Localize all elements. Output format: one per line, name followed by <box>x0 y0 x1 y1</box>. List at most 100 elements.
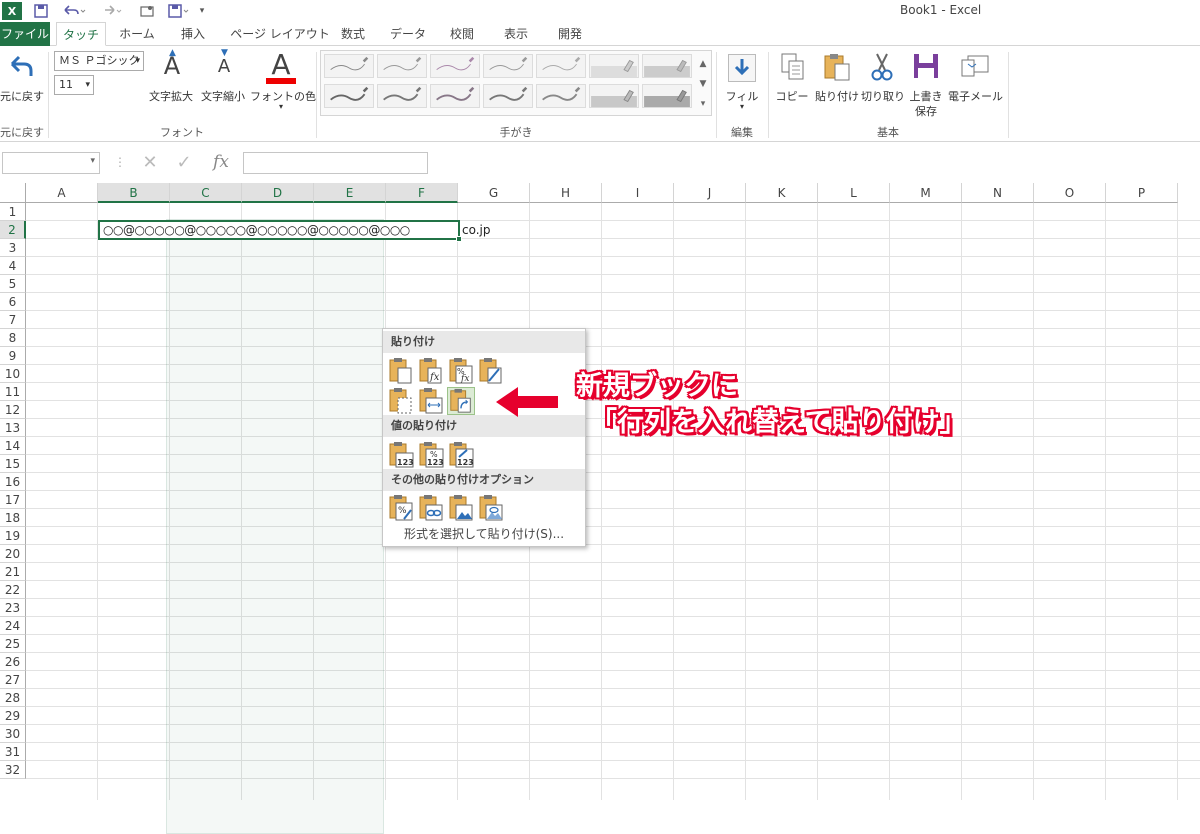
undo-large-icon[interactable] <box>6 52 36 82</box>
tab-touch[interactable]: タッチ <box>56 22 106 46</box>
paste-icon[interactable] <box>822 52 852 82</box>
pen-style-10[interactable] <box>536 84 586 108</box>
row-header-18[interactable]: 18 <box>0 509 26 527</box>
tab-formulas[interactable]: 数式 <box>332 22 374 46</box>
column-header-n[interactable]: N <box>962 183 1034 203</box>
row-header-19[interactable]: 19 <box>0 527 26 545</box>
column-header-h[interactable]: H <box>530 183 602 203</box>
row-header-9[interactable]: 9 <box>0 347 26 365</box>
row-header-16[interactable]: 16 <box>0 473 26 491</box>
font-color-icon[interactable]: A <box>264 48 298 86</box>
row-header-29[interactable]: 29 <box>0 707 26 725</box>
paste-values-source-formatting-icon[interactable]: 123 <box>447 441 475 469</box>
chevron-down-icon[interactable]: ▾ <box>737 102 747 111</box>
pen-style-9[interactable] <box>483 84 533 108</box>
cut-icon[interactable] <box>868 52 896 82</box>
column-header-o[interactable]: O <box>1034 183 1106 203</box>
copy-button-label[interactable]: コピー <box>772 88 812 104</box>
save-button-line1[interactable]: 上書き <box>906 88 946 104</box>
formula-input[interactable] <box>243 152 428 174</box>
chevron-down-icon[interactable]: ▾ <box>276 102 286 111</box>
column-header-g[interactable]: G <box>458 183 530 203</box>
paste-values-number-format-icon[interactable]: % 123 <box>417 441 445 469</box>
shrink-font-icon[interactable]: A ▼ <box>214 48 234 84</box>
paste-formatting-icon[interactable]: % <box>387 494 415 522</box>
row-header-32[interactable]: 32 <box>0 761 26 779</box>
column-header-e[interactable]: E <box>314 183 386 203</box>
touch-mode-icon[interactable] <box>138 2 158 20</box>
worksheet-grid[interactable]: ABCDEFGHIJKLMNOP 1 2 3 4 5 6 7 8 9 10 11 12 13 14 15 16… <box>0 183 1200 834</box>
undo-icon[interactable] <box>60 2 88 20</box>
column-header-b[interactable]: B <box>98 183 170 203</box>
row-header-6[interactable]: 6 <box>0 293 26 311</box>
row-header-30[interactable]: 30 <box>0 725 26 743</box>
paste-special-menu-item[interactable]: 形式を選択して貼り付け(S)... <box>383 524 585 544</box>
tab-developer[interactable]: 開発 <box>548 22 592 46</box>
row-header-4[interactable]: 4 <box>0 257 26 275</box>
row-header-13[interactable]: 13 <box>0 419 26 437</box>
customize-icon[interactable]: ▾ <box>196 2 208 20</box>
selected-range-b2-f2[interactable]: ○○@○○○○○@○○○○○@○○○○○@○○○○○@○○○ <box>98 220 462 242</box>
row-header-20[interactable]: 20 <box>0 545 26 563</box>
fill-down-icon[interactable] <box>728 54 756 82</box>
email-icon[interactable] <box>960 52 990 80</box>
grow-font-icon[interactable]: A ▲ <box>160 48 184 84</box>
paste-formulas-number-format-icon[interactable]: % fx <box>447 357 475 385</box>
row-header-26[interactable]: 26 <box>0 653 26 671</box>
row-header-14[interactable]: 14 <box>0 437 26 455</box>
column-header-l[interactable]: L <box>818 183 890 203</box>
column-header-p[interactable]: P <box>1106 183 1178 203</box>
undo-button-label[interactable]: 元に戻す <box>0 88 44 104</box>
paste-linked-picture-icon[interactable] <box>477 494 505 522</box>
gallery-scroll[interactable]: ▲ ▼ ▾ <box>696 54 710 114</box>
row-header-5[interactable]: 5 <box>0 275 26 293</box>
highlighter-style-2[interactable] <box>642 54 692 78</box>
row-header-2[interactable]: 2 <box>0 221 26 239</box>
paste-keep-source-formatting-icon[interactable] <box>477 357 505 385</box>
column-header-a[interactable]: A <box>26 183 98 203</box>
row-header-15[interactable]: 15 <box>0 455 26 473</box>
pen-style-7[interactable] <box>377 84 427 108</box>
pen-style-1[interactable] <box>324 54 374 78</box>
font-name-dropdown[interactable]: ＭＳ Ｐゴシック ▾ <box>54 51 144 71</box>
row-header-27[interactable]: 27 <box>0 671 26 689</box>
pen-style-5[interactable] <box>536 54 586 78</box>
email-button-label[interactable]: 電子メール <box>948 88 1003 104</box>
highlighter-style-4[interactable] <box>642 84 692 108</box>
pen-style-6[interactable] <box>324 84 374 108</box>
row-header-31[interactable]: 31 <box>0 743 26 761</box>
row-header-17[interactable]: 17 <box>0 491 26 509</box>
tab-review[interactable]: 校閲 <box>440 22 484 46</box>
paste-values-icon[interactable]: 123 <box>387 441 415 469</box>
paste-formulas-icon[interactable]: fx <box>417 357 445 385</box>
row-header-23[interactable]: 23 <box>0 599 26 617</box>
tab-view[interactable]: 表示 <box>494 22 538 46</box>
row-header-1[interactable]: 1 <box>0 203 26 221</box>
font-size-dropdown[interactable]: 11 ▾ <box>54 75 94 95</box>
column-header-c[interactable]: C <box>170 183 242 203</box>
save-icon[interactable] <box>32 2 50 20</box>
column-header-f[interactable]: F <box>386 183 458 203</box>
shrink-font-button-label[interactable]: 文字縮小 <box>198 88 248 104</box>
select-all-corner[interactable] <box>0 183 26 203</box>
row-header-8[interactable]: 8 <box>0 329 26 347</box>
pen-style-2[interactable] <box>377 54 427 78</box>
highlighter-style-3[interactable] <box>589 84 639 108</box>
row-header-7[interactable]: 7 <box>0 311 26 329</box>
paste-link-icon[interactable] <box>417 494 445 522</box>
insert-function-icon[interactable]: fx <box>206 152 236 174</box>
paste-no-borders-icon[interactable] <box>387 387 415 415</box>
row-header-25[interactable]: 25 <box>0 635 26 653</box>
save-large-icon[interactable] <box>912 52 940 80</box>
row-header-28[interactable]: 28 <box>0 689 26 707</box>
copy-icon[interactable] <box>780 52 806 82</box>
column-header-j[interactable]: J <box>674 183 746 203</box>
column-header-d[interactable]: D <box>242 183 314 203</box>
paste-keep-column-widths-icon[interactable] <box>417 387 445 415</box>
tab-file[interactable]: ファイル <box>0 22 50 46</box>
save-button-line2[interactable]: 保存 <box>906 103 946 119</box>
cancel-icon[interactable]: ✕ <box>136 152 164 174</box>
paste-transpose-icon[interactable] <box>447 387 475 415</box>
redo-icon[interactable] <box>98 2 126 20</box>
tab-page-layout[interactable]: ページ レイアウト <box>226 22 334 46</box>
